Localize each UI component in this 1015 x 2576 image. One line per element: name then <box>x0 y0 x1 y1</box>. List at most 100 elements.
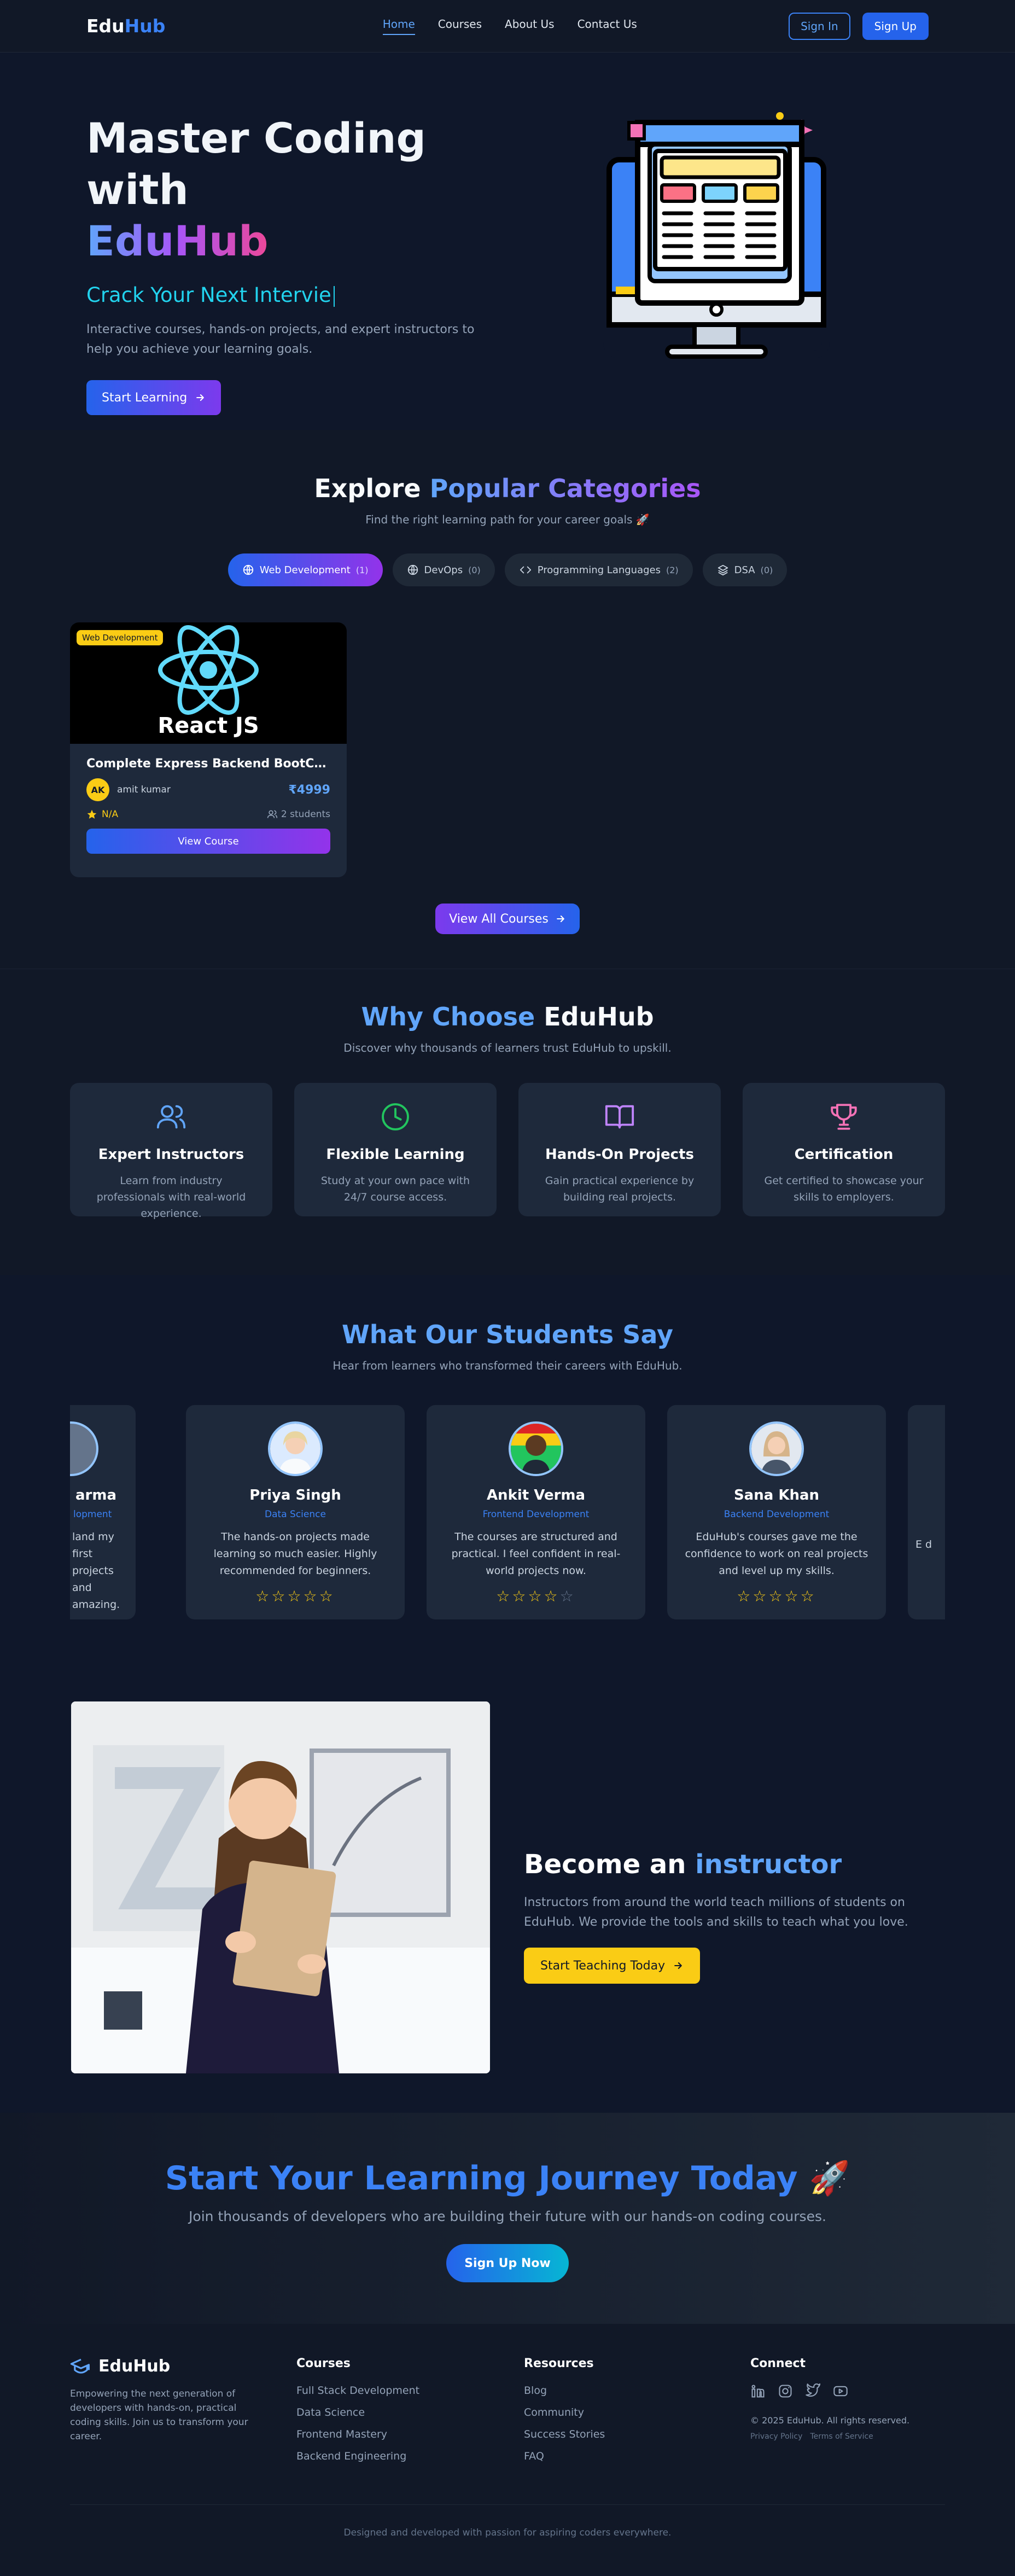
footer-brand: EduHub Empowering the next generation of… <box>70 2357 261 2444</box>
course-thumbnail: Web Development React JS <box>70 622 347 744</box>
testimonial-quote: The hands-on projects made learning so m… <box>213 1531 377 1577</box>
globe-icon <box>407 564 418 575</box>
clock-icon <box>382 1103 409 1130</box>
footer-description: Empowering the next generation of develo… <box>70 2388 248 2442</box>
avatar: AK <box>86 778 109 801</box>
users-icon <box>156 1105 186 1129</box>
course-thumbnail-title: React JS <box>158 713 259 738</box>
terms-link[interactable]: Terms of Service <box>810 2432 873 2441</box>
testimonial-quote: EduHub's courses gave me the confidence … <box>685 1531 868 1577</box>
hero-section: Master Coding with EduHub Crack Your Nex… <box>0 53 1015 430</box>
category-tabs: Web Development (1) DevOps (0) Programming… <box>0 553 1015 586</box>
testimonials-subtitle: Hear from learners who transformed their… <box>332 1359 682 1372</box>
feature-card-certification: Certification Get certified to showcase … <box>743 1083 945 1216</box>
view-course-button[interactable]: View Course <box>86 829 330 854</box>
layers-icon <box>718 564 728 576</box>
course-card[interactable]: Web Development React JS Complete Expres… <box>70 622 347 877</box>
avatar <box>749 1421 804 1476</box>
users-icon <box>267 810 278 818</box>
why-title: Why Choose EduHub <box>361 1002 654 1031</box>
copyright: © 2025 EduHub. All rights reserved. <box>750 2415 910 2426</box>
book-icon <box>605 1105 634 1129</box>
computer-illustration-icon <box>603 112 830 359</box>
become-instructor-section: Become an instructor Instructors from ar… <box>0 1669 1015 2113</box>
react-logo-icon <box>158 625 259 715</box>
instructor-photo <box>71 1701 490 2073</box>
logo[interactable]: EduHub <box>86 15 165 37</box>
categories-section: Explore Popular Categories Find the righ… <box>0 430 1015 969</box>
course-author: AK amit kumar <box>86 778 171 801</box>
footer-link[interactable]: Backend Engineering <box>296 2450 419 2462</box>
nav-actions: Sign In Sign Up <box>789 12 929 40</box>
youtube-icon[interactable] <box>832 2383 849 2399</box>
course-students: 2 students <box>267 809 330 820</box>
trophy-icon <box>831 1104 857 1130</box>
nav-link-home[interactable]: Home <box>382 18 415 35</box>
testimonial-name: Sana Khan <box>733 1487 820 1503</box>
avatar <box>509 1421 563 1476</box>
feature-card-expert-instructors: Expert Instructors Learn from industry p… <box>70 1083 272 1220</box>
view-all-courses-button[interactable]: View All Courses <box>435 904 580 934</box>
top-nav: EduHub Home Courses About Us Contact Us … <box>0 0 1015 53</box>
avatar <box>268 1421 323 1476</box>
cta-title: Start Your Learning Journey Today 🚀 <box>165 2159 850 2198</box>
footer-divider <box>70 2504 945 2505</box>
social-links <box>750 2383 909 2399</box>
footer-tagline: Designed and developed with passion for … <box>343 2527 672 2538</box>
footer-link[interactable]: Data Science <box>296 2406 419 2418</box>
course-rating: N/A <box>86 809 118 820</box>
linkedin-icon[interactable] <box>750 2383 766 2399</box>
testimonial-card: Ankit Verma Frontend Development The cou… <box>427 1405 645 1619</box>
nav-link-about[interactable]: About Us <box>505 18 555 35</box>
instructor-description: Instructors from around the world teach … <box>524 1896 908 1929</box>
cta-subtitle: Join thousands of developers who are bui… <box>189 2208 826 2224</box>
star-icon <box>87 809 97 819</box>
testimonial-card: arma lopment land my first projects and … <box>70 1405 136 1619</box>
testimonial-rating: ☆☆☆☆☆ <box>496 1587 576 1605</box>
footer-logo[interactable]: EduHub <box>70 2357 261 2376</box>
tab-programming-languages[interactable]: Programming Languages (2) <box>504 553 693 586</box>
hero-title: Master Coding with EduHub <box>86 114 426 265</box>
footer-link[interactable]: Community <box>524 2406 605 2418</box>
tab-web-development[interactable]: Web Development (1) <box>228 553 383 586</box>
tab-dsa[interactable]: DSA (0) <box>702 553 788 586</box>
footer-courses: Courses Full Stack Development Data Scie… <box>296 2357 420 2462</box>
nav-link-contact[interactable]: Contact Us <box>578 18 637 35</box>
testimonial-name: Priya Singh <box>249 1487 341 1503</box>
twitter-icon[interactable] <box>805 2383 820 2399</box>
why-subtitle: Discover why thousands of learners trust… <box>343 1041 672 1054</box>
footer-link[interactable]: Blog <box>524 2385 605 2397</box>
code-icon <box>520 566 531 574</box>
features-grid: Expert Instructors Learn from industry p… <box>0 1083 1015 1220</box>
categories-title: Explore Popular Categories <box>314 474 701 503</box>
nav-link-courses[interactable]: Courses <box>438 18 482 35</box>
signup-button[interactable]: Sign Up <box>862 12 929 40</box>
footer-resources: Resources Blog Community Success Stories… <box>524 2357 605 2462</box>
tab-devops[interactable]: DevOps (0) <box>392 553 495 586</box>
privacy-policy-link[interactable]: Privacy Policy <box>750 2432 802 2441</box>
footer-link[interactable]: Success Stories <box>524 2428 605 2440</box>
feature-card-hands-on-projects: Hands-On Projects Gain practical experie… <box>518 1083 721 1216</box>
testimonial-card: Sana Khan Backend Development EduHub's c… <box>667 1405 886 1619</box>
testimonials-title: What Our Students Say <box>342 1320 673 1349</box>
arrow-right-icon <box>196 394 205 401</box>
testimonial-rating: ☆☆☆☆☆ <box>255 1587 335 1605</box>
hero-description: Interactive courses, hands-on projects, … <box>86 323 475 356</box>
graduation-cap-icon <box>70 2358 90 2374</box>
nav-links: Home Courses About Us Contact Us <box>382 18 637 35</box>
instructor-title: Become an instructor <box>524 1849 842 1880</box>
start-learning-button[interactable]: Start Learning <box>86 380 221 415</box>
footer-link[interactable]: Full Stack Development <box>296 2385 419 2397</box>
arrow-right-icon <box>557 915 564 923</box>
course-category-badge: Web Development <box>77 630 164 645</box>
signup-now-button[interactable]: Sign Up Now <box>446 2244 569 2282</box>
signin-button[interactable]: Sign In <box>789 12 850 40</box>
instagram-icon[interactable] <box>778 2383 793 2399</box>
course-title[interactable]: Complete Express Backend BootCamp B... <box>86 757 330 771</box>
testimonial-carousel[interactable]: arma lopment land my first projects and … <box>70 1405 945 1619</box>
testimonial-name: Ankit Verma <box>486 1487 586 1503</box>
footer-link[interactable]: Frontend Mastery <box>296 2428 419 2440</box>
testimonial-role: Frontend Development <box>482 1509 590 1520</box>
start-teaching-button[interactable]: Start Teaching Today <box>524 1948 701 1984</box>
footer-link[interactable]: FAQ <box>524 2450 605 2462</box>
